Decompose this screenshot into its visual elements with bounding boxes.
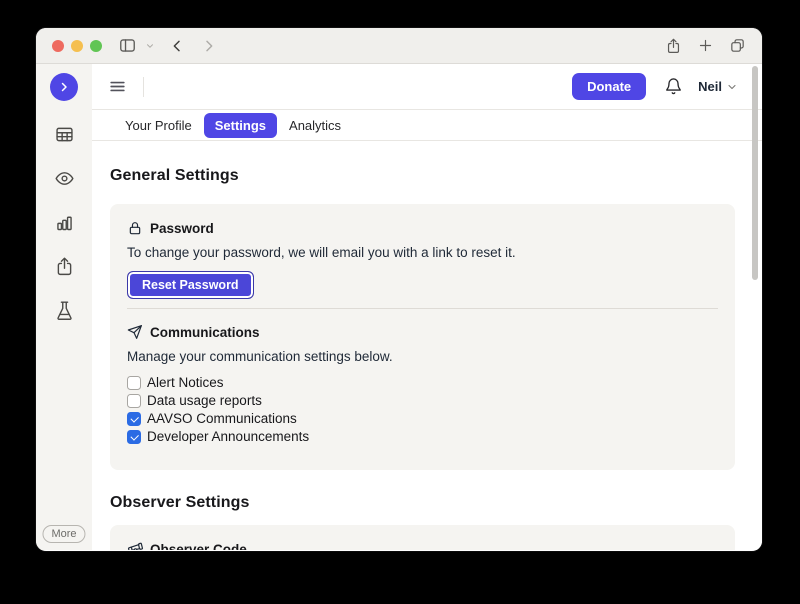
observer-code-section-title: Observer Code [150, 542, 247, 551]
aavso-communications-checkbox[interactable] [127, 412, 141, 426]
zoom-window-button[interactable] [90, 40, 102, 52]
general-settings-card: Password To change your password, we wil… [110, 204, 735, 470]
telescope-icon [127, 541, 143, 550]
sidebar-item-analytics[interactable] [53, 211, 75, 233]
observer-settings-card: Observer Code [110, 525, 735, 550]
bar-chart-icon [54, 212, 75, 233]
alert-notices-checkbox[interactable] [127, 376, 141, 390]
option-data-usage-reports[interactable]: Data usage reports [127, 393, 718, 408]
communications-options: Alert Notices Data usage reports AAVSO C… [127, 375, 718, 444]
back-icon[interactable] [169, 38, 185, 54]
password-section-title: Password [150, 221, 214, 236]
page-scrollbar[interactable] [752, 66, 758, 280]
table-icon [54, 124, 75, 145]
eye-icon [54, 168, 75, 189]
sidebar-toggle-icon[interactable] [118, 36, 137, 55]
profile-tabs: Your Profile Settings Analytics [92, 110, 762, 141]
password-description: To change your password, we will email y… [127, 245, 718, 260]
tab-settings[interactable]: Settings [204, 113, 277, 138]
data-usage-reports-checkbox[interactable] [127, 394, 141, 408]
browser-window: More Donate Neil [36, 28, 762, 551]
bell-icon[interactable] [664, 77, 683, 96]
window-controls [52, 40, 102, 52]
donate-button[interactable]: Donate [572, 73, 646, 100]
reset-password-button[interactable]: Reset Password [127, 271, 254, 299]
tab-overview-icon[interactable] [729, 37, 746, 54]
communications-section-title: Communications [150, 325, 260, 340]
user-name: Neil [698, 79, 722, 94]
communications-description: Manage your communication settings below… [127, 349, 718, 364]
new-tab-icon[interactable] [698, 38, 713, 53]
minimize-window-button[interactable] [71, 40, 83, 52]
close-window-button[interactable] [52, 40, 64, 52]
app-sidebar: More [36, 64, 92, 550]
menu-icon[interactable] [108, 77, 127, 96]
browser-titlebar [36, 28, 762, 64]
more-button[interactable]: More [42, 525, 85, 543]
sidebar-item-data-table[interactable] [53, 123, 75, 145]
chevron-circle-icon [58, 81, 70, 93]
settings-content: General Settings Password To change your… [92, 141, 762, 550]
upload-icon [54, 256, 75, 277]
observer-settings-heading: Observer Settings [110, 494, 735, 512]
user-menu[interactable]: Neil [698, 79, 738, 94]
lock-icon [127, 220, 143, 236]
sidebar-item-tools[interactable] [53, 299, 75, 321]
flask-icon [54, 300, 75, 321]
chevron-down-icon [726, 81, 738, 93]
share-icon[interactable] [665, 37, 682, 55]
general-settings-heading: General Settings [110, 167, 735, 185]
tab-your-profile[interactable]: Your Profile [115, 114, 202, 137]
sidebar-item-expand[interactable] [50, 73, 78, 101]
option-developer-announcements[interactable]: Developer Announcements [127, 429, 718, 444]
tab-analytics[interactable]: Analytics [279, 114, 351, 137]
option-aavso-communications[interactable]: AAVSO Communications [127, 411, 718, 426]
option-alert-notices[interactable]: Alert Notices [127, 375, 718, 390]
forward-icon[interactable] [201, 38, 217, 54]
sidebar-item-observations[interactable] [53, 167, 75, 189]
sidebar-menu-chevron-down-icon[interactable] [145, 41, 155, 51]
header-divider [143, 77, 144, 97]
sidebar-item-submit[interactable] [53, 255, 75, 277]
app-header: Donate Neil [92, 64, 762, 110]
send-icon [127, 324, 143, 340]
developer-announcements-checkbox[interactable] [127, 430, 141, 444]
